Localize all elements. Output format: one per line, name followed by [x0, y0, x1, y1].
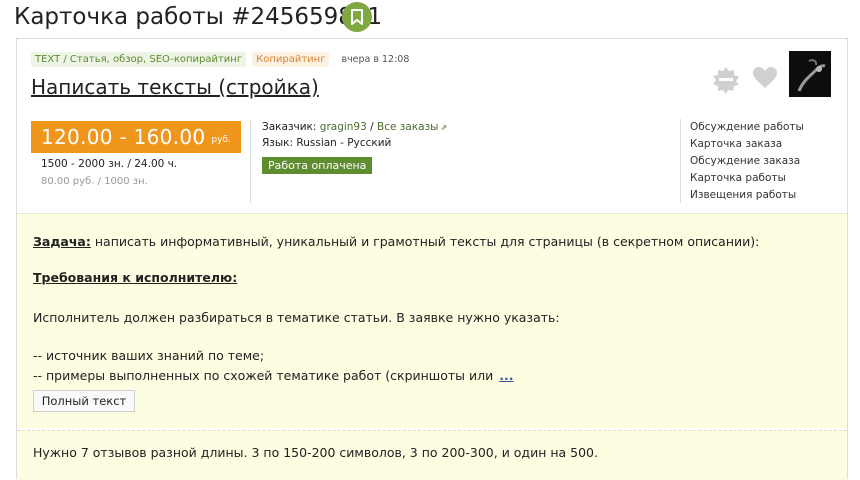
page-title: Карточка работы #245659881 [14, 4, 383, 30]
job-card: TEXT / Статья, обзор, SEO-копирайтинг Ко… [16, 38, 848, 480]
requirements-heading: Требования к исполнителю: [33, 270, 238, 285]
language-label: Язык: [262, 137, 294, 149]
tags-row: TEXT / Статья, обзор, SEO-копирайтинг Ко… [31, 52, 409, 67]
external-link-icon: ⇗ [440, 123, 448, 132]
customer-label: Заказчик: [262, 121, 317, 133]
job-title-link[interactable]: Написать тексты (стройка) [31, 75, 319, 99]
avatar[interactable] [789, 51, 831, 97]
task-text: написать информативный, уникальный и гра… [94, 234, 760, 249]
divider [250, 119, 251, 203]
language-value: Russian - Русский [296, 137, 392, 149]
posted-date: вчера в 12:08 [341, 54, 410, 65]
reviews-panel: Нужно 7 отзывов разной длины. 3 по 150-2… [17, 430, 847, 480]
divider [680, 119, 681, 203]
customer-name-link[interactable]: gragin93 [320, 121, 367, 133]
side-links: Обсуждение работы Карточка заказа Обсужд… [690, 119, 804, 204]
star-badge-icon[interactable] [711, 65, 741, 95]
price-volume: 1500 - 2000 зн. / 24.00 ч. [41, 158, 178, 170]
avatar-image [789, 51, 831, 97]
link-work-notifications[interactable]: Извещения работы [690, 187, 804, 204]
language-row: Язык: Russian - Русский [262, 137, 391, 149]
heart-icon[interactable] [752, 66, 778, 90]
full-text-button[interactable]: Полный текст [33, 390, 135, 412]
link-order-discussion[interactable]: Обсуждение заказа [690, 153, 804, 170]
type-tag[interactable]: Копирайтинг [252, 52, 330, 67]
task-line: Задача: написать информативный, уникальн… [33, 234, 759, 249]
price-box: 120.00 - 160.00 руб. [31, 121, 241, 153]
bookmark-button[interactable] [342, 2, 372, 32]
all-orders-link[interactable]: Все заказы [377, 121, 438, 133]
customer-row: Заказчик: gragin93 / Все заказы ⇗ [262, 121, 447, 133]
price-rate: 80.00 руб. / 1000 зн. [41, 176, 148, 187]
bookmark-icon [351, 9, 363, 25]
customer-separator: / [370, 121, 374, 133]
link-work-card[interactable]: Карточка работы [690, 170, 804, 187]
category-tag[interactable]: TEXT / Статья, обзор, SEO-копирайтинг [31, 52, 247, 67]
description-panel: Задача: написать информативный, уникальн… [17, 213, 847, 428]
link-work-discussion[interactable]: Обсуждение работы [690, 119, 804, 136]
price-range: 120.00 - 160.00 [41, 125, 206, 149]
task-label: Задача: [33, 234, 91, 249]
reviews-text: Нужно 7 отзывов разной длины. 3 по 150-2… [33, 445, 598, 460]
price-currency: руб. [211, 135, 231, 145]
requirement-item-text: -- примеры выполненных по схожей тематик… [33, 368, 494, 383]
status-badge: Работа оплачена [262, 157, 373, 174]
requirement-item: -- источник ваших знаний по теме; [33, 348, 265, 363]
link-order-card[interactable]: Карточка заказа [690, 136, 804, 153]
requirement-item: -- примеры выполненных по схожей тематик… [33, 368, 514, 383]
requirements-paragraph: Исполнитель должен разбираться в тематик… [33, 310, 560, 325]
more-link[interactable]: ... [499, 368, 513, 383]
